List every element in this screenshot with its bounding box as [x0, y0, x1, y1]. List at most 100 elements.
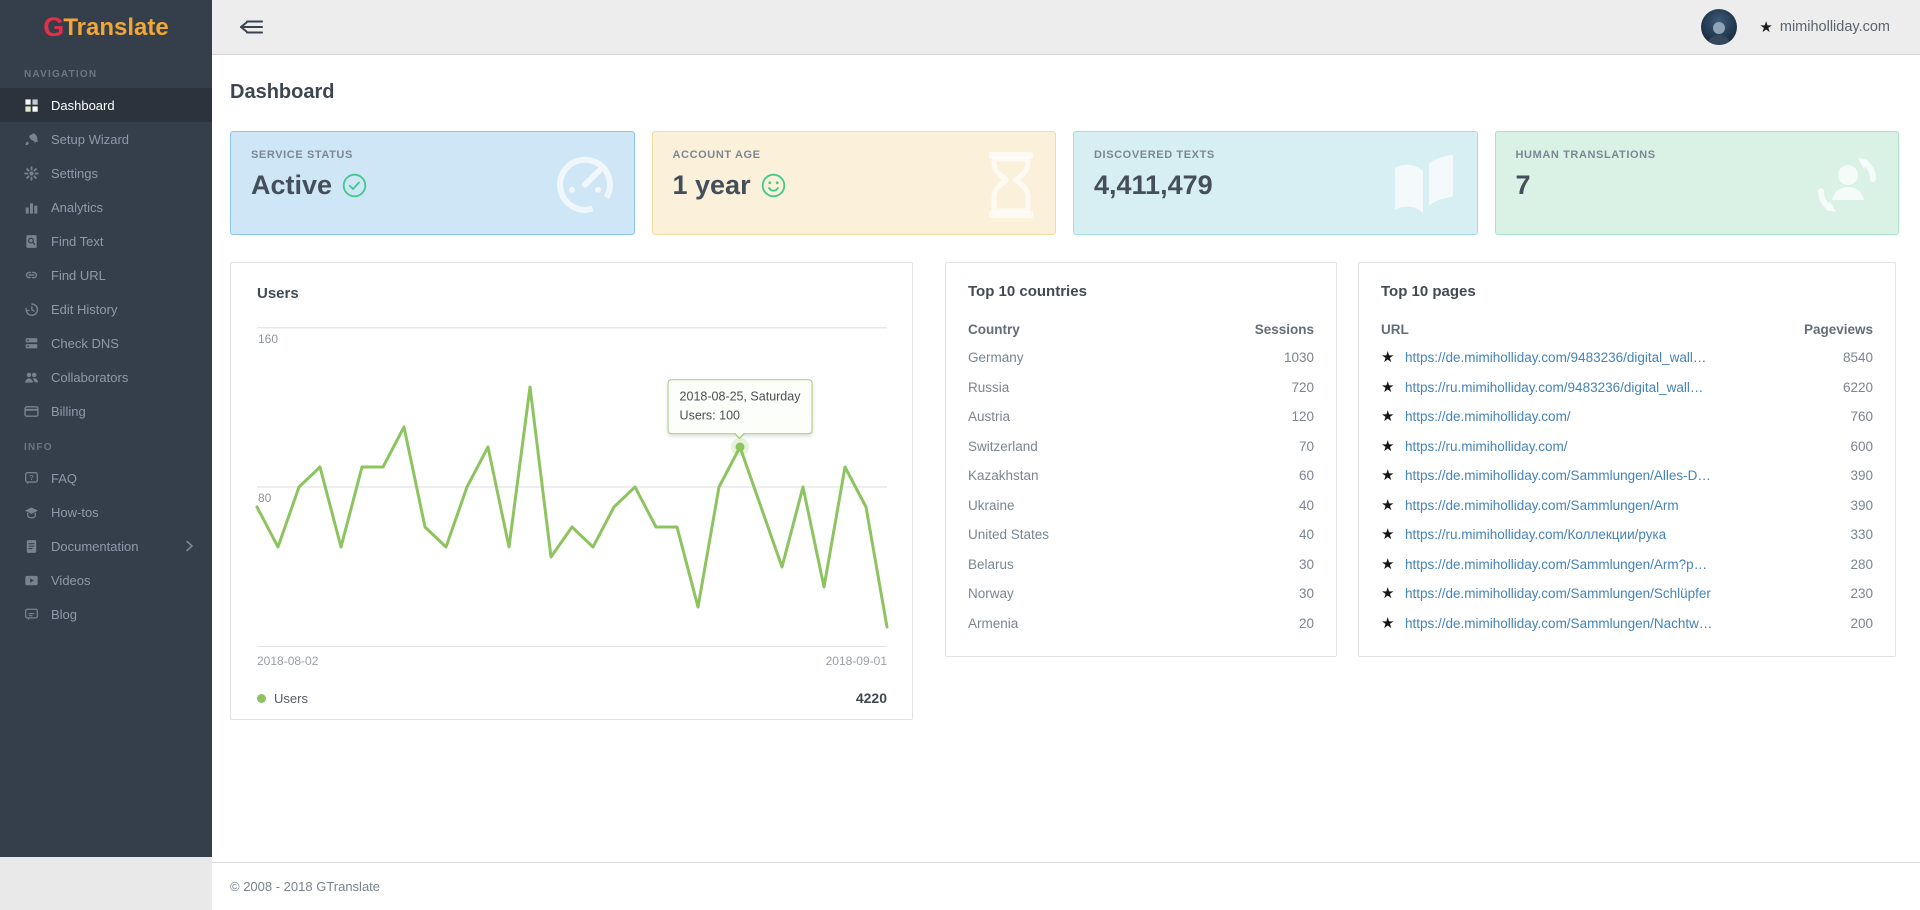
svg-text:80: 80 — [258, 491, 272, 505]
country-row-germany: Germany1030 — [968, 343, 1314, 373]
pages-header-row: URL Pageviews — [1381, 316, 1873, 343]
star-icon[interactable]: ★ — [1381, 498, 1405, 513]
star-icon[interactable]: ★ — [1381, 557, 1405, 572]
collapse-sidebar-icon[interactable] — [238, 17, 264, 37]
star-icon: ★ — [1759, 20, 1772, 35]
widgets-row: Users 16080 2018-08-25, Saturday Users: … — [230, 262, 1899, 720]
x-axis-labels: 2018-08-02 2018-09-01 — [257, 654, 887, 668]
server-icon — [24, 336, 39, 351]
check-circle-icon — [342, 173, 367, 198]
page-url-link[interactable]: https://de.mimiholliday.com/Sammlungen/N… — [1405, 616, 1809, 631]
country-name: Kazakhstan — [968, 468, 1039, 483]
page-url-link[interactable]: https://de.mimiholliday.com/ — [1405, 409, 1809, 424]
star-icon[interactable]: ★ — [1381, 409, 1405, 424]
gear-icon — [24, 166, 39, 181]
stat-card-discovered-texts: DISCOVERED TEXTS4,411,479 — [1073, 131, 1478, 235]
page-url-link[interactable]: https://ru.mimiholliday.com/ — [1405, 439, 1809, 454]
star-icon[interactable]: ★ — [1381, 350, 1405, 365]
document-search-icon — [24, 234, 39, 249]
page-row-1: ★https://de.mimiholliday.com/9483236/dig… — [1381, 343, 1873, 373]
x-axis-end: 2018-09-01 — [826, 654, 887, 668]
tooltip-value: Users: 100 — [680, 407, 801, 426]
graduation-cap-icon — [24, 505, 39, 520]
page-url-link[interactable]: https://de.mimiholliday.com/Sammlungen/S… — [1405, 586, 1809, 601]
page-url-link[interactable]: https://de.mimiholliday.com/Sammlungen/A… — [1405, 498, 1809, 513]
countries-header-country: Country — [968, 322, 1020, 337]
page-url-link[interactable]: https://de.mimiholliday.com/Sammlungen/A… — [1405, 557, 1809, 572]
sidebar-item-setup-wizard[interactable]: Setup Wizard — [0, 122, 212, 156]
page-url-link[interactable]: https://ru.mimiholliday.com/9483236/digi… — [1405, 380, 1809, 395]
star-icon[interactable]: ★ — [1381, 527, 1405, 542]
sidebar-item-collaborators[interactable]: Collaborators — [0, 360, 212, 394]
sidebar: GTranslate NAVIGATIONDashboardSetup Wiza… — [0, 0, 212, 857]
page-views: 760 — [1809, 409, 1873, 424]
star-icon[interactable]: ★ — [1381, 586, 1405, 601]
question-bubble-icon: ? — [24, 471, 39, 486]
countries-header-row: Country Sessions — [968, 316, 1314, 343]
star-icon[interactable]: ★ — [1381, 439, 1405, 454]
smiley-icon — [761, 173, 786, 198]
sidebar-item-faq[interactable]: ?FAQ — [0, 461, 212, 495]
star-icon[interactable]: ★ — [1381, 616, 1405, 631]
current-site-selector[interactable]: ★ mimiholliday.com — [1759, 19, 1890, 35]
history-clock-icon — [24, 302, 39, 317]
sidebar-item-analytics[interactable]: Analytics — [0, 190, 212, 224]
country-row-armenia: Armenia20 — [968, 609, 1314, 639]
sidebar-item-how-tos[interactable]: How-tos — [0, 495, 212, 529]
chevron-right-icon — [185, 540, 194, 552]
sidebar-item-find-url[interactable]: Find URL — [0, 258, 212, 292]
countries-header-sessions: Sessions — [1255, 322, 1314, 337]
star-icon[interactable]: ★ — [1381, 468, 1405, 483]
top-pages-title: Top 10 pages — [1381, 283, 1873, 300]
sidebar-item-edit-history[interactable]: Edit History — [0, 292, 212, 326]
country-name: United States — [968, 527, 1049, 542]
svg-text:?: ? — [29, 475, 33, 482]
footer: © 2008 - 2018 GTranslate — [212, 862, 1920, 910]
sidebar-item-dashboard[interactable]: Dashboard — [0, 88, 212, 122]
legend-users[interactable]: Users — [257, 691, 308, 706]
stat-label: ACCOUNT AGE — [673, 149, 1036, 161]
user-photo-avatar[interactable] — [1701, 9, 1737, 45]
sidebar-item-blog[interactable]: Blog — [0, 597, 212, 631]
sidebar-item-videos[interactable]: Videos — [0, 563, 212, 597]
sidebar-item-label: Settings — [51, 166, 98, 181]
sidebar-nav: NAVIGATIONDashboardSetup WizardSettingsA… — [0, 55, 212, 631]
page-views: 600 — [1809, 439, 1873, 454]
gtranslate-logo[interactable]: GTranslate — [0, 0, 212, 55]
sidebar-item-check-dns[interactable]: Check DNS — [0, 326, 212, 360]
country-row-norway: Norway30 — [968, 579, 1314, 609]
page-row-3: ★https://de.mimiholliday.com/760 — [1381, 402, 1873, 432]
star-icon[interactable]: ★ — [1381, 380, 1405, 395]
country-name: Armenia — [968, 616, 1018, 631]
page-title: Dashboard — [230, 55, 1899, 104]
stat-card-human-translations: HUMAN TRANSLATIONS7 — [1495, 131, 1900, 235]
tooltip-date: 2018-08-25, Saturday — [680, 387, 801, 406]
chat-bubble-icon — [24, 607, 39, 622]
country-sessions: 120 — [1291, 409, 1314, 424]
users-chart-svg: 16080 — [257, 327, 887, 647]
sidebar-item-label: Dashboard — [51, 98, 115, 113]
sidebar-item-label: Find URL — [51, 268, 106, 283]
page-views: 330 — [1809, 527, 1873, 542]
sidebar-item-billing[interactable]: Billing — [0, 394, 212, 428]
stat-value: 1 year — [673, 170, 1036, 201]
rocket-icon — [24, 132, 39, 147]
country-name: Ukraine — [968, 498, 1015, 513]
page-row-7: ★https://ru.mimiholliday.com/Коллекции/р… — [1381, 520, 1873, 550]
page-row-2: ★https://ru.mimiholliday.com/9483236/dig… — [1381, 373, 1873, 403]
sidebar-item-settings[interactable]: Settings — [0, 156, 212, 190]
page-url-link[interactable]: https://ru.mimiholliday.com/Коллекции/ру… — [1405, 527, 1809, 542]
dashboard-grid-icon — [24, 98, 39, 113]
page-url-link[interactable]: https://de.mimiholliday.com/9483236/digi… — [1405, 350, 1809, 365]
stat-card-service-status: SERVICE STATUSActive — [230, 131, 635, 235]
legend-label: Users — [274, 691, 308, 706]
users-chart[interactable]: 16080 2018-08-25, Saturday Users: 100 — [257, 327, 887, 647]
page-url-link[interactable]: https://de.mimiholliday.com/Sammlungen/A… — [1405, 468, 1809, 483]
x-axis-start: 2018-08-02 — [257, 654, 318, 668]
hourglass-icon — [983, 150, 1039, 225]
sidebar-item-find-text[interactable]: Find Text — [0, 224, 212, 258]
country-name: Russia — [968, 380, 1009, 395]
topbar: ★ mimiholliday.com — [212, 0, 1920, 55]
country-row-switzerland: Switzerland70 — [968, 432, 1314, 462]
sidebar-item-documentation[interactable]: Documentation — [0, 529, 212, 563]
